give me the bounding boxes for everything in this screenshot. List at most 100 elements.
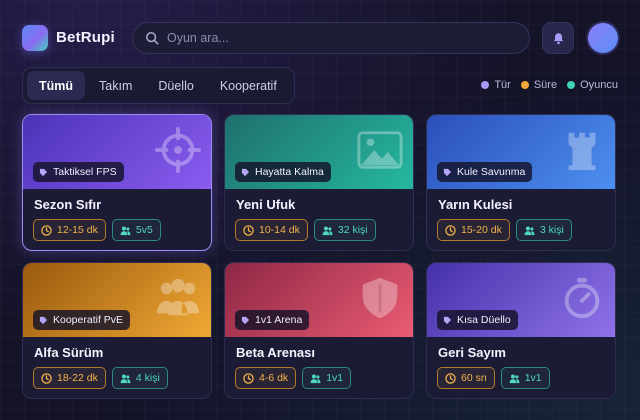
clock-icon [243,372,254,384]
tag-icon [39,316,48,324]
players-badge: 1v1 [302,367,352,389]
card-title: Beta Arenası [236,345,315,360]
genre-tag: Taktiksel FPS [33,162,124,182]
card-stats: 18-22 dk 4 kişi [33,367,168,389]
card-banner: Hayatta Kalma [225,115,413,189]
players-value: 32 kişi [337,224,368,236]
stopwatch-icon [564,277,600,319]
players-badge: 32 kişi [313,219,376,241]
legend-item-players: Oyuncu [567,79,618,91]
search-bar[interactable] [132,22,530,54]
notifications-button[interactable] [542,22,574,54]
players-value: 3 kişi [539,224,564,236]
brand-logo[interactable] [22,25,48,51]
mountain-image-icon [357,131,403,169]
duration-value: 15-20 dk [461,224,502,236]
shield-icon [362,277,398,319]
legend-label-players: Oyuncu [580,79,618,91]
players-icon [120,373,131,383]
card-banner: Kule Savunma [427,115,615,189]
game-card-alfa-surum[interactable]: Kooperatif PvE Alfa Sürüm 18-22 dk 4 kiş… [22,262,212,399]
card-banner: Kooperatif PvE [23,263,211,337]
legend-dot-genre [481,81,490,89]
duration-value: 10-14 dk [259,224,300,236]
players-badge: 5v5 [111,219,161,241]
genre-label: Kısa Düello [457,314,511,326]
duration-badge: 18-22 dk [33,367,106,389]
bell-icon [553,32,563,44]
legend-label-duration: Süre [533,79,558,91]
card-stats: 60 sn 1v1 [437,367,550,389]
players-badge: 3 kişi [515,219,572,241]
game-card-yeni-ufuk[interactable]: Hayatta Kalma Yeni Ufuk 10-14 dk 32 kişi [224,114,414,251]
genre-tag: Kule Savunma [437,162,533,182]
clock-icon [445,224,456,236]
card-title: Alfa Sürüm [34,345,104,360]
search-icon [145,31,159,45]
tab-duel[interactable]: Düello [146,71,205,100]
duration-value: 4-6 dk [259,372,289,384]
game-card-sezon-sifir[interactable]: Taktiksel FPS Sezon Sıfır 12-15 dk 5v5 [22,114,212,251]
genre-tag: Kooperatif PvE [33,310,131,330]
game-card-yarin-kulesi[interactable]: Kule Savunma Yarın Kulesi 15-20 dk 3 kiş… [426,114,616,251]
clock-icon [41,224,52,236]
card-title: Sezon Sıfır [34,197,102,212]
user-avatar[interactable] [588,23,618,53]
clock-icon [445,372,456,384]
card-stats: 4-6 dk 1v1 [235,367,352,389]
legend-label-genre: Tür [494,79,511,91]
clock-icon [243,224,254,236]
genre-label: Kule Savunma [457,166,526,178]
legend-dot-players [567,81,576,89]
duration-value: 12-15 dk [57,224,98,236]
players-value: 1v1 [326,372,344,384]
crosshair-icon [155,127,201,173]
card-stats: 15-20 dk 3 kişi [437,219,572,241]
duration-badge: 12-15 dk [33,219,106,241]
card-stats: 10-14 dk 32 kişi [235,219,376,241]
players-badge: 1v1 [500,367,550,389]
legend-item-genre: Tür [481,79,511,91]
players-icon [322,225,333,235]
duration-value: 60 sn [461,372,487,384]
card-stats: 12-15 dk 5v5 [33,219,161,241]
tag-icon [39,168,48,176]
tag-icon [241,316,250,324]
category-tabs: Tümü Takım Düello Kooperatif [22,67,295,104]
duration-badge: 10-14 dk [235,219,308,241]
genre-tag: Hayatta Kalma [235,162,331,182]
tag-icon [443,316,452,324]
duration-badge: 15-20 dk [437,219,510,241]
tag-icon [443,168,452,176]
game-card-beta-arenasi[interactable]: 1v1 Arena Beta Arenası 4-6 dk 1v1 [224,262,414,399]
game-card-geri-sayim[interactable]: Kısa Düello Geri Sayım 60 sn 1v1 [426,262,616,399]
genre-tag: 1v1 Arena [235,310,310,330]
duration-badge: 4-6 dk [235,367,297,389]
card-banner: Kısa Düello [427,263,615,337]
legend-item-duration: Süre [520,79,558,91]
card-banner: Taktiksel FPS [23,115,211,189]
genre-label: Hayatta Kalma [255,166,324,178]
players-icon [310,373,321,383]
tab-team[interactable]: Takım [87,71,144,100]
players-icon [524,225,535,235]
players-value: 4 kişi [135,372,160,384]
search-input[interactable] [167,31,529,45]
legend-dot-duration [520,81,529,89]
tag-icon [241,168,250,176]
castle-tower-icon [568,132,596,171]
group-people-icon [156,278,200,316]
players-icon [120,225,131,235]
genre-tag: Kısa Düello [437,310,518,330]
players-value: 5v5 [135,224,153,236]
tab-all[interactable]: Tümü [27,71,86,100]
card-title: Geri Sayım [438,345,506,360]
brand-name: BetRupi [56,29,115,46]
tab-coop[interactable]: Kooperatif [208,71,289,100]
clock-icon [41,372,52,384]
duration-badge: 60 sn [437,367,495,389]
card-banner: 1v1 Arena [225,263,413,337]
players-badge: 4 kişi [111,367,168,389]
players-icon [509,373,520,383]
players-value: 1v1 [524,372,542,384]
